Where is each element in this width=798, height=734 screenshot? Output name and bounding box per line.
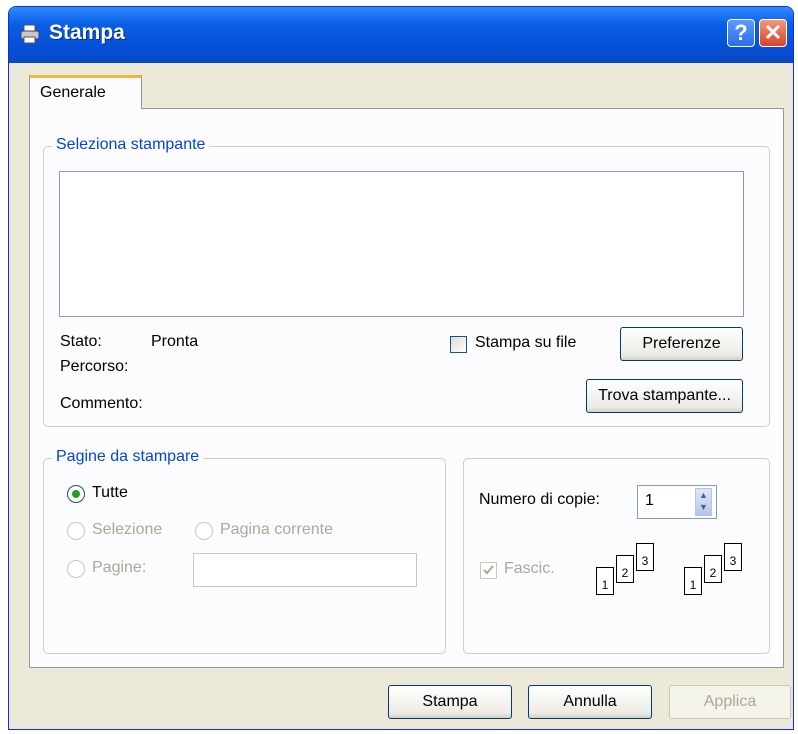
uncollated-pages-icon: 3 2 1 <box>684 543 754 603</box>
copies-groupbox: Numero di copie: 1 ▲ ▼ Fascic. 3 2 1 3 2 … <box>463 458 770 654</box>
radio-selected-dot <box>72 490 80 498</box>
checkmark-icon <box>483 565 494 575</box>
copies-stepper[interactable]: 1 ▲ ▼ <box>637 485 717 519</box>
pages-range-input[interactable] <box>193 553 417 587</box>
copies-value: 1 <box>645 492 654 509</box>
pages-radio[interactable] <box>67 560 85 578</box>
pages-groupbox: Pagine da stampare Tutte Selezione Pagin… <box>43 448 446 654</box>
printer-group-legend: Seleziona stampante <box>52 136 210 154</box>
printer-list[interactable] <box>59 171 744 317</box>
find-printer-button[interactable]: Trova stampante... <box>586 379 743 413</box>
status-value: Pronta <box>151 333 199 350</box>
collate-checkbox[interactable] <box>480 562 497 579</box>
selection-label: Selezione <box>92 521 163 538</box>
copies-label: Numero di copie: <box>479 491 600 508</box>
comment-label: Commento: <box>60 395 143 412</box>
tab-generale[interactable]: Generale <box>29 75 142 109</box>
title-bar[interactable]: Stampa ? ✕ <box>9 7 793 63</box>
apply-button[interactable]: Applica <box>669 685 791 719</box>
printer-icon <box>20 24 40 44</box>
print-dialog: Stampa ? ✕ Generale Seleziona stampante … <box>8 6 794 730</box>
close-icon[interactable]: ✕ <box>759 19 787 47</box>
all-pages-radio[interactable] <box>67 485 85 503</box>
page-icon: 2 <box>616 555 634 583</box>
spinner-arrows-icon[interactable]: ▲ ▼ <box>695 488 712 516</box>
page-icon: 2 <box>704 555 722 583</box>
selection-radio[interactable] <box>67 522 85 540</box>
print-button[interactable]: Stampa <box>388 685 512 719</box>
collate-label: Fascic. <box>504 560 555 577</box>
printer-groupbox: Seleziona stampante Stato: Pronta Percor… <box>43 136 770 427</box>
pages-label: Pagine: <box>92 559 147 576</box>
cancel-button[interactable]: Annulla <box>528 685 652 719</box>
path-label: Percorso: <box>60 358 129 375</box>
all-pages-label: Tutte <box>92 484 128 501</box>
preferences-button[interactable]: Preferenze <box>620 327 743 361</box>
window-title: Stampa <box>49 21 125 44</box>
current-page-radio[interactable] <box>195 522 213 540</box>
print-to-file-label: Stampa su file <box>475 334 577 351</box>
help-icon[interactable]: ? <box>727 19 755 47</box>
print-to-file-checkbox[interactable] <box>450 336 467 353</box>
status-label: Stato: <box>60 333 102 350</box>
page-icon: 3 <box>724 543 742 571</box>
tab-panel-generale: Seleziona stampante Stato: Pronta Percor… <box>29 108 784 668</box>
pages-group-legend: Pagine da stampare <box>52 448 204 466</box>
page-icon: 1 <box>596 567 614 595</box>
page-icon: 3 <box>636 543 654 571</box>
current-page-label: Pagina corrente <box>220 521 333 538</box>
collated-pages-icon: 3 2 1 <box>596 543 666 603</box>
page-icon: 1 <box>684 567 702 595</box>
